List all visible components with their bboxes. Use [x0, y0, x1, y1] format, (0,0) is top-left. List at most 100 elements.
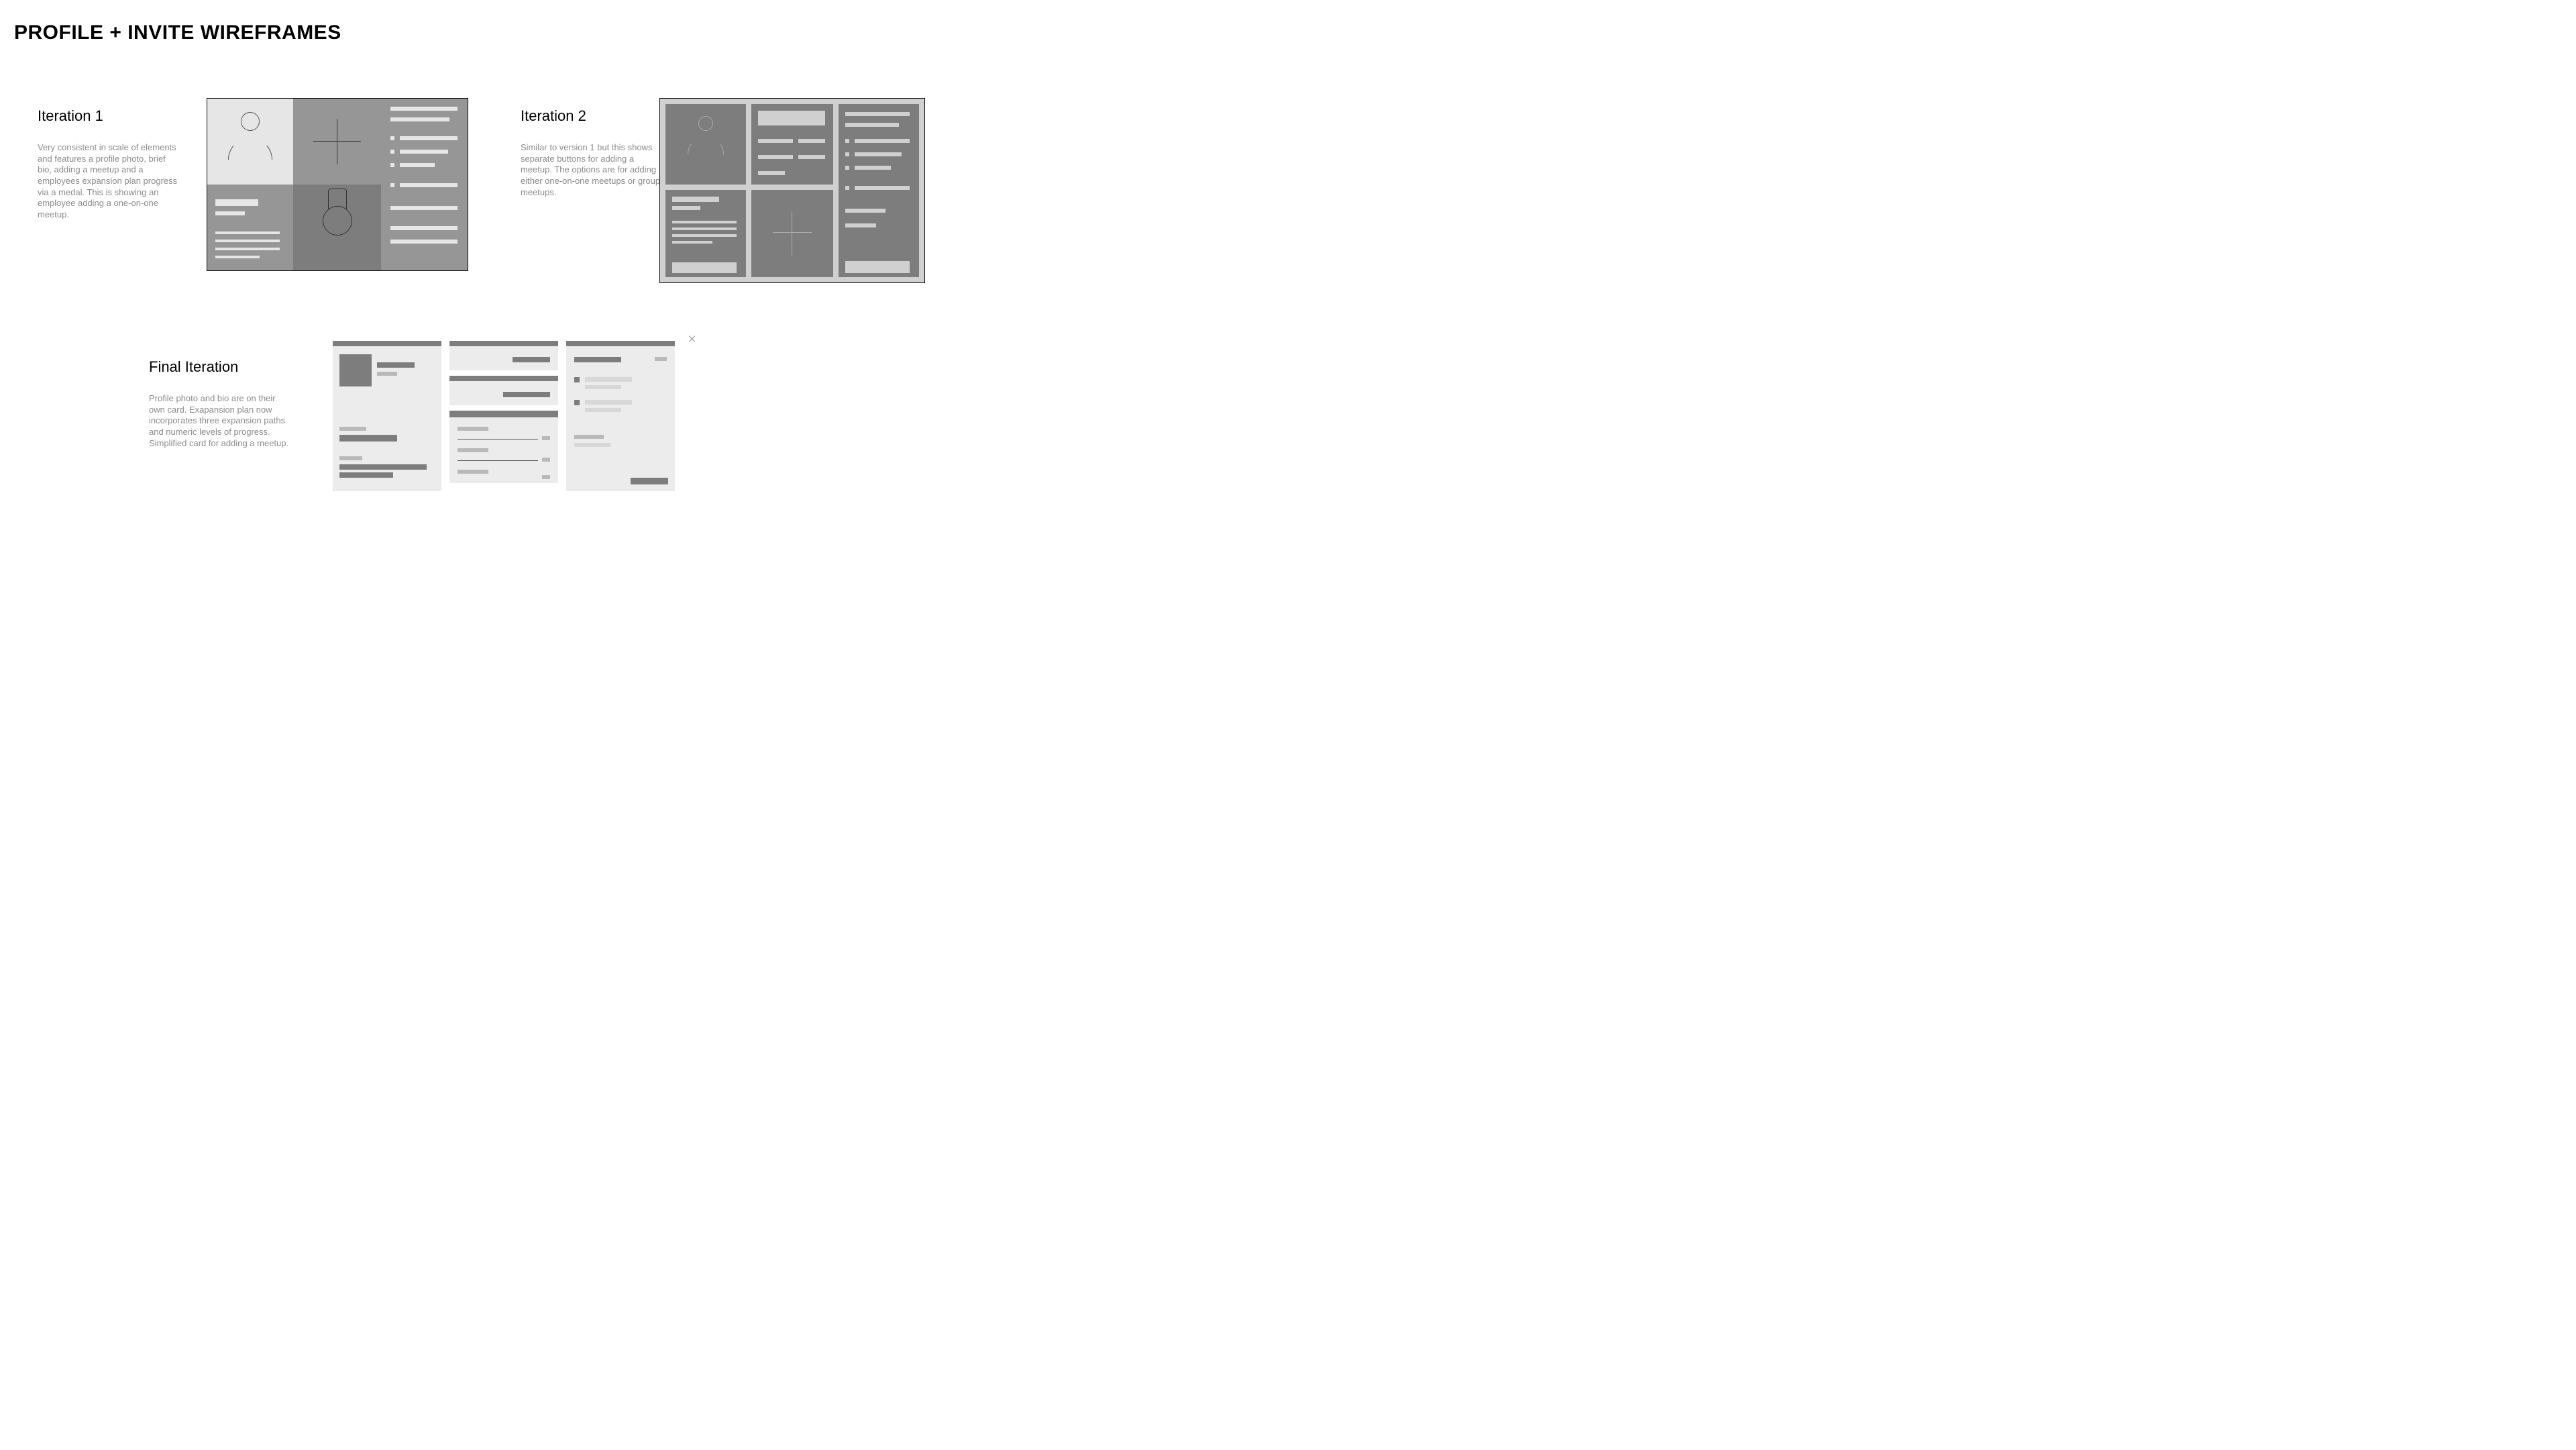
placeholder-bullet [845, 186, 849, 190]
placeholder-line [585, 400, 632, 405]
wf2-list-panel [839, 104, 919, 277]
card-header-bar [449, 376, 558, 381]
placeholder-block [672, 262, 737, 273]
avatar-icon [241, 112, 260, 131]
placeholder-line [400, 163, 435, 167]
placeholder-bullet [574, 377, 580, 382]
wf1-avatar-panel [207, 99, 293, 185]
placeholder-line [339, 435, 397, 442]
placeholder-line [585, 408, 621, 412]
placeholder-line [215, 199, 258, 206]
placeholder-block [758, 111, 825, 125]
placeholder-line [798, 139, 825, 143]
close-icon [687, 334, 698, 345]
plus-icon [773, 232, 812, 233]
card-header-bar [449, 411, 558, 417]
placeholder-line [672, 234, 737, 237]
wf1-medal-panel [293, 185, 381, 270]
avatar-placeholder [339, 354, 372, 386]
card-header-bar [566, 341, 675, 346]
placeholder-line [855, 139, 910, 143]
placeholder-line [574, 357, 621, 362]
placeholder-bullet [845, 139, 849, 143]
placeholder-line [513, 357, 550, 362]
final-iteration-text: Final Iteration Profile photo and bio ar… [149, 358, 290, 449]
placeholder-line [845, 209, 885, 213]
iteration-1-text: Iteration 1 Very consistent in scale of … [38, 107, 178, 220]
placeholder-line [458, 427, 488, 431]
placeholder-line [672, 206, 700, 210]
placeholder-line [339, 427, 366, 431]
card-header-bar [449, 341, 558, 346]
placeholder-line [400, 150, 448, 154]
placeholder-line [458, 470, 488, 474]
placeholder-bullet [390, 183, 394, 187]
iteration-2-heading: Iteration 2 [521, 107, 661, 125]
avatar-icon [228, 138, 272, 182]
page-title: PROFILE + INVITE WIREFRAMES [14, 21, 341, 44]
placeholder-line [503, 392, 550, 397]
placeholder-line [400, 136, 458, 140]
placeholder-line [672, 221, 737, 223]
iteration-1-body: Very consistent in scale of elements and… [38, 142, 178, 220]
placeholder-line [672, 197, 719, 202]
wf1-add-panel [293, 99, 381, 185]
placeholder-line [672, 241, 712, 244]
wf3-strip-card-1 [449, 341, 558, 370]
placeholder-line [845, 223, 876, 227]
placeholder-line [215, 248, 280, 250]
placeholder-line [215, 240, 280, 242]
placeholder-line [798, 155, 825, 159]
placeholder-line [339, 464, 427, 470]
placeholder-line [390, 206, 458, 210]
placeholder-bullet [390, 136, 394, 140]
placeholder-line [390, 240, 458, 244]
wireframe-final-iteration [333, 335, 695, 491]
wf3-expansion-card [449, 411, 558, 483]
placeholder-line [339, 456, 362, 460]
placeholder-bullet [390, 163, 394, 167]
placeholder-line [758, 171, 785, 175]
iteration-2-text: Iteration 2 Similar to version 1 but thi… [521, 107, 661, 198]
placeholder-line [758, 155, 793, 159]
placeholder-chip [542, 458, 550, 462]
placeholder-button [631, 478, 668, 484]
placeholder-line [390, 226, 458, 230]
final-iteration-body: Profile photo and bio are on their own c… [149, 393, 290, 449]
wf2-bio-panel [665, 190, 746, 277]
wf1-list-panel [381, 99, 468, 270]
wf2-buttons-panel [751, 104, 833, 185]
placeholder-line [458, 448, 488, 452]
placeholder-line [845, 112, 910, 116]
placeholder-line [855, 152, 902, 156]
placeholder-line [585, 385, 621, 389]
placeholder-line [215, 231, 280, 234]
placeholder-line [855, 186, 910, 190]
placeholder-chip [655, 357, 667, 361]
avatar-icon [688, 136, 724, 172]
wireframe-iteration-2 [659, 98, 925, 283]
placeholder-line [215, 211, 245, 215]
wf2-add-panel [751, 190, 833, 277]
avatar-icon [698, 116, 713, 131]
placeholder-block [845, 261, 910, 273]
placeholder-line [377, 372, 397, 376]
placeholder-chip [542, 436, 550, 440]
iteration-2-body: Similar to version 1 but this shows sepa… [521, 142, 661, 198]
placeholder-bullet [574, 400, 580, 405]
placeholder-line [855, 166, 891, 170]
final-iteration-heading: Final Iteration [149, 358, 290, 376]
placeholder-bullet [845, 166, 849, 170]
divider [458, 460, 538, 461]
placeholder-line [215, 256, 260, 258]
iteration-1-heading: Iteration 1 [38, 107, 178, 125]
placeholder-line [400, 183, 458, 187]
placeholder-chip [542, 475, 550, 479]
placeholder-line [390, 117, 449, 121]
wireframe-iteration-1 [207, 98, 468, 271]
wf3-meetup-card [566, 341, 675, 491]
placeholder-line [574, 435, 604, 439]
placeholder-line [390, 107, 458, 111]
placeholder-line [585, 377, 632, 382]
wf3-profile-card [333, 341, 441, 491]
